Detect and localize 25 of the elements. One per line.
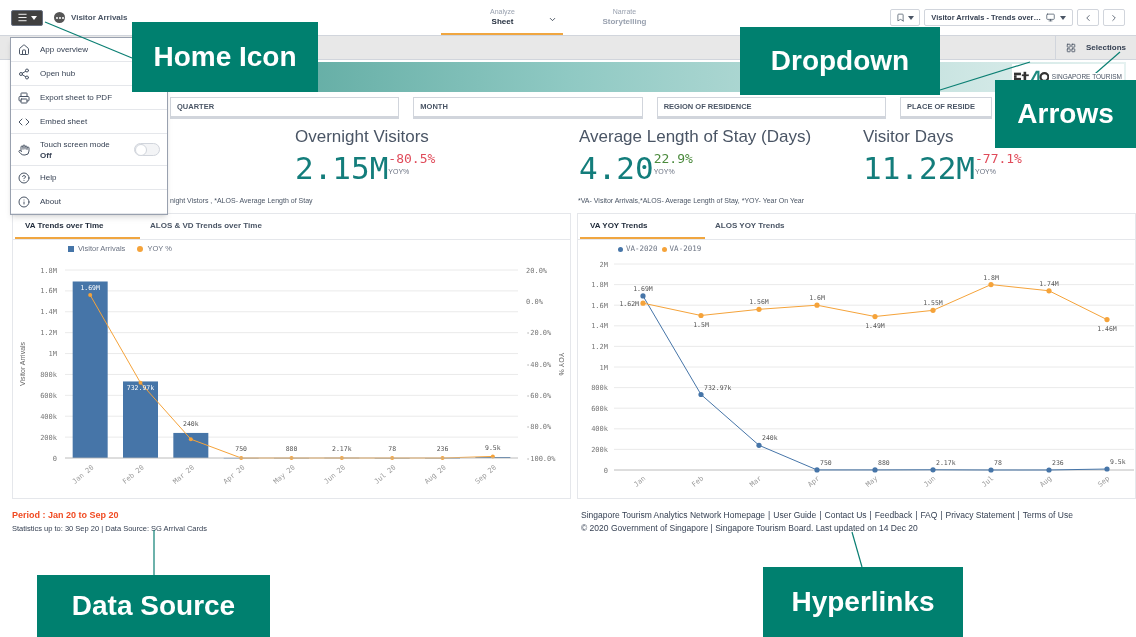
kpi-change: -77.1% — [975, 151, 1022, 166]
link-separator: | — [940, 509, 943, 522]
link-separator: | — [1017, 509, 1020, 522]
period-text: Period : Jan 20 to Sep 20 — [12, 509, 120, 522]
link-separator: | — [768, 509, 771, 522]
kpi-title: Visitor Days — [863, 126, 955, 148]
toggle-state-text: Off — [40, 149, 53, 161]
link-separator: | — [819, 509, 822, 522]
callout-label: Home Icon — [132, 22, 318, 92]
callout-label: Hyperlinks — [763, 567, 963, 637]
kpi-value: 2.15M — [295, 149, 389, 187]
kpi-title: Overnight Visitors — [295, 126, 430, 148]
kpi-change: -80.5% — [388, 151, 436, 166]
kpi-value: 4.20 — [579, 149, 654, 187]
copyright-text: © 2020 Government of Singapore | Singapore Tourism Board. Last updated on 14 Dec 20 — [581, 522, 919, 535]
kpi-title: Average Length of Stay (Days) — [579, 126, 813, 148]
callout-label: Arrows — [995, 80, 1136, 148]
kpi-change: 22.9% — [653, 151, 693, 166]
app-title: Visitor Arrivals — [71, 11, 128, 24]
callout-label: Data Source — [37, 575, 270, 637]
callout-label: Dropdown — [740, 27, 940, 95]
kpi-value: 11.22M — [863, 149, 975, 187]
link-separator: | — [869, 509, 872, 522]
link-separator: | — [915, 509, 918, 522]
menu-item-label: Touch screen mode — [40, 138, 111, 150]
